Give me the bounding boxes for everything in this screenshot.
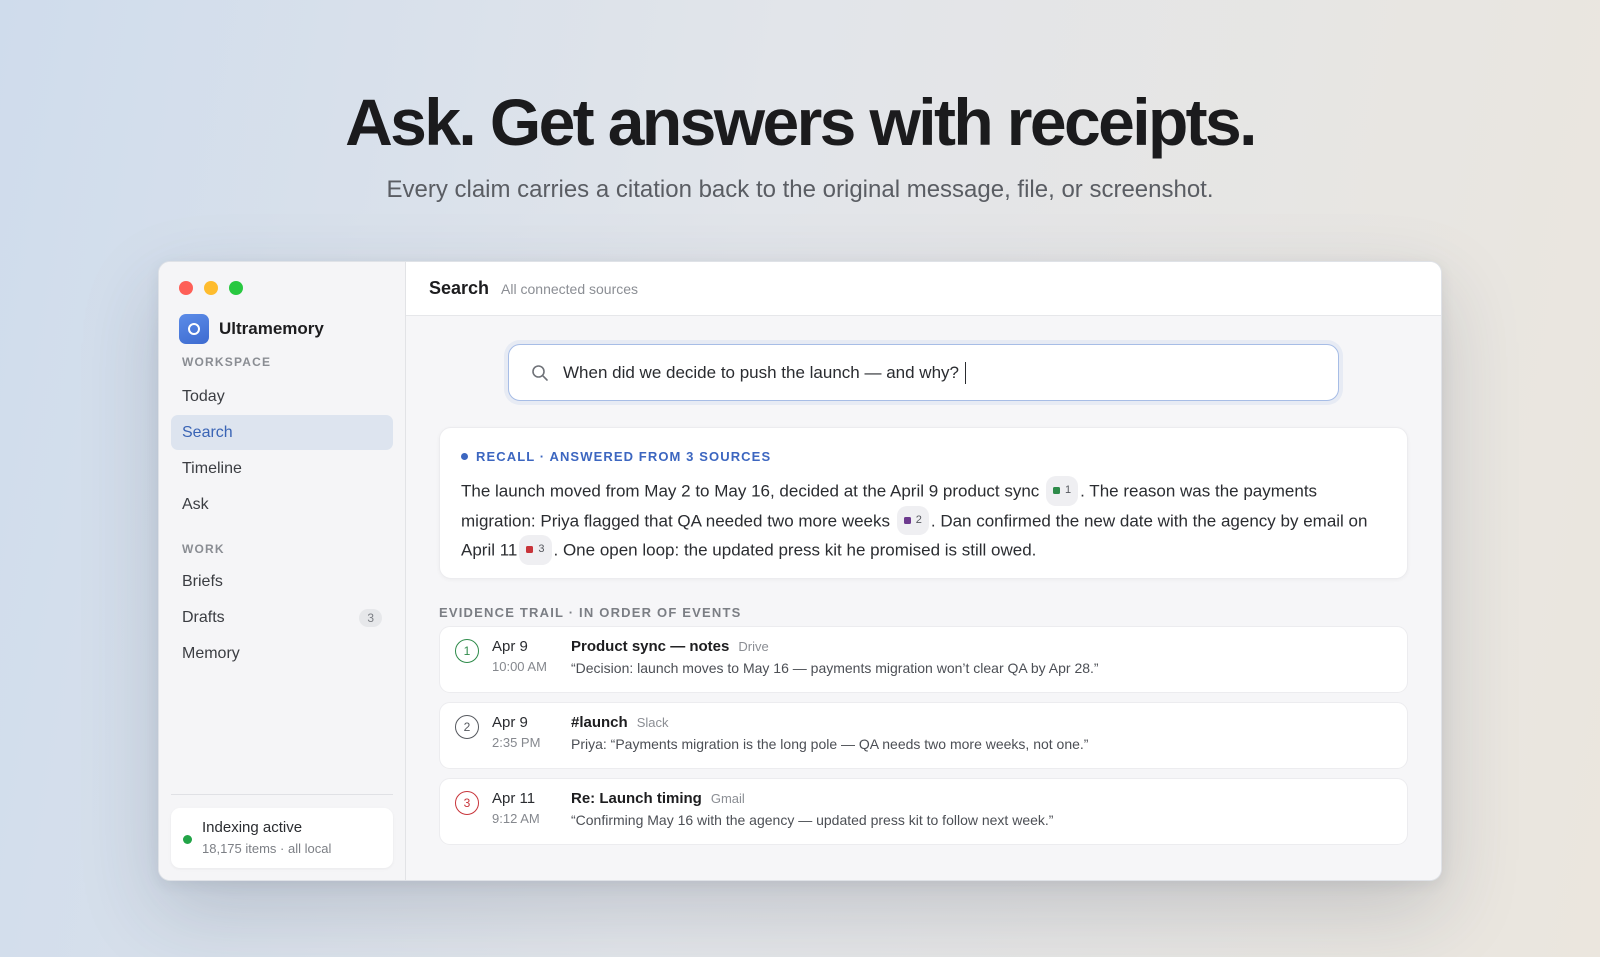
hero-title: Ask. Get answers with receipts.: [345, 85, 1257, 159]
answer-segment: . One open loop: the updated press kit h…: [553, 540, 1037, 560]
evidence-quote: “Confirming May 16 with the agency — upd…: [571, 812, 1054, 828]
answer-text: The launch moved from May 2 to May 16, d…: [461, 476, 1391, 565]
answer-label-text: RECALL · ANSWERED FROM 3 SOURCES: [476, 449, 772, 464]
search-icon: [532, 364, 548, 381]
evidence-date: Apr 9: [492, 714, 528, 731]
close-window-button[interactable]: [179, 281, 193, 295]
evidence-header: #launch Slack: [571, 714, 668, 731]
evidence-source: Gmail: [710, 791, 745, 806]
evidence-number-badge: 1: [455, 639, 479, 663]
evidence-number-badge: 2: [455, 715, 479, 739]
evidence-row-2[interactable]: 2 Apr 9 2:35 PM #launch Slack Priya: “Pa…: [439, 702, 1408, 769]
sidebar-item-label: Ask: [182, 495, 209, 513]
citation-color-icon: [526, 546, 534, 554]
hero-subtitle: Every claim carries a citation back to t…: [386, 176, 1214, 203]
sidebar-item-label: Briefs: [182, 572, 223, 590]
brand-logo-icon: [179, 314, 209, 344]
citation-chip-1[interactable]: 1: [1046, 476, 1079, 506]
topbar: Search All connected sources: [406, 262, 1441, 316]
answer-segment: The launch moved from May 2 to May 16, d…: [461, 481, 1040, 501]
citation-chip-3[interactable]: 3: [519, 535, 552, 565]
sidebar-item-label: Search: [182, 423, 233, 441]
sidebar-divider: [171, 794, 393, 795]
citation-number: 2: [915, 513, 922, 526]
main-panel: Search All connected sources When did we…: [406, 262, 1441, 880]
evidence-title: Re: Launch timing: [571, 790, 702, 807]
window-controls: [179, 281, 243, 295]
evidence-quote: “Decision: launch moves to May 16 — paym…: [571, 660, 1099, 676]
evidence-source: Slack: [636, 715, 669, 730]
sidebar-item-label: Today: [182, 387, 225, 405]
search-bar[interactable]: When did we decide to push the launch — …: [508, 344, 1339, 401]
citation-color-icon: [1053, 487, 1061, 495]
citation-chip-2[interactable]: 2: [896, 505, 929, 535]
minimize-window-button[interactable]: [204, 281, 218, 295]
evidence-quote: Priya: “Payments migration is the long p…: [571, 736, 1089, 752]
sidebar: Ultramemory WORKSPACE Today Search Timel…: [159, 262, 406, 880]
brand: Ultramemory: [179, 314, 324, 344]
evidence-row-3[interactable]: 3 Apr 11 9:12 AM Re: Launch timing Gmail…: [439, 778, 1408, 845]
sidebar-item-today[interactable]: Today: [171, 379, 393, 414]
section-label-work: WORK: [182, 542, 225, 556]
page-subtitle: All connected sources: [501, 280, 639, 297]
status-dot-icon: [183, 835, 192, 844]
evidence-time: 9:12 AM: [492, 811, 540, 826]
indexing-status-detail: 18,175 items · all local: [202, 841, 332, 856]
indexing-status-title: Indexing active: [202, 819, 303, 836]
answer-dot-icon: [461, 453, 468, 460]
section-label-workspace: WORKSPACE: [182, 355, 272, 369]
search-input[interactable]: When did we decide to push the launch — …: [563, 363, 959, 383]
text-caret: [964, 361, 967, 384]
sidebar-item-label: Drafts: [182, 608, 225, 626]
page-title: Search: [429, 278, 490, 298]
evidence-title: #launch: [571, 714, 628, 731]
evidence-date: Apr 9: [492, 638, 528, 655]
evidence-title: Product sync — notes: [571, 638, 730, 655]
sidebar-item-label: Memory: [182, 644, 240, 662]
sidebar-item-timeline[interactable]: Timeline: [171, 451, 393, 486]
drafts-count-badge: 3: [359, 608, 382, 627]
sidebar-item-drafts[interactable]: Drafts 3: [171, 600, 393, 635]
indexing-status-card: Indexing active 18,175 items · all local: [171, 808, 393, 868]
evidence-trail-label: EVIDENCE TRAIL · IN ORDER OF EVENTS: [439, 605, 742, 620]
zoom-window-button[interactable]: [229, 281, 243, 295]
evidence-source: Drive: [738, 639, 769, 654]
evidence-date: Apr 11: [492, 790, 536, 807]
sidebar-item-search[interactable]: Search: [171, 415, 393, 450]
evidence-time: 2:35 PM: [492, 735, 541, 750]
answer-card: RECALL · ANSWERED FROM 3 SOURCES The lau…: [439, 427, 1408, 579]
sidebar-item-label: Timeline: [182, 459, 242, 477]
citation-number: 3: [538, 543, 545, 555]
sidebar-item-memory[interactable]: Memory: [171, 636, 393, 671]
answer-label: RECALL · ANSWERED FROM 3 SOURCES: [461, 449, 771, 464]
sidebar-item-ask[interactable]: Ask: [171, 487, 393, 522]
evidence-number-badge: 3: [455, 791, 479, 815]
evidence-row-1[interactable]: 1 Apr 9 10:00 AM Product sync — notes Dr…: [439, 626, 1408, 693]
app-window: Ultramemory WORKSPACE Today Search Timel…: [158, 261, 1442, 881]
evidence-header: Re: Launch timing Gmail: [571, 790, 745, 807]
citation-color-icon: [903, 516, 911, 524]
brand-name: Ultramemory: [219, 319, 324, 338]
evidence-header: Product sync — notes Drive: [571, 638, 769, 655]
evidence-time: 10:00 AM: [492, 659, 547, 674]
citation-number: 1: [1065, 484, 1072, 496]
sidebar-item-briefs[interactable]: Briefs: [171, 564, 393, 599]
